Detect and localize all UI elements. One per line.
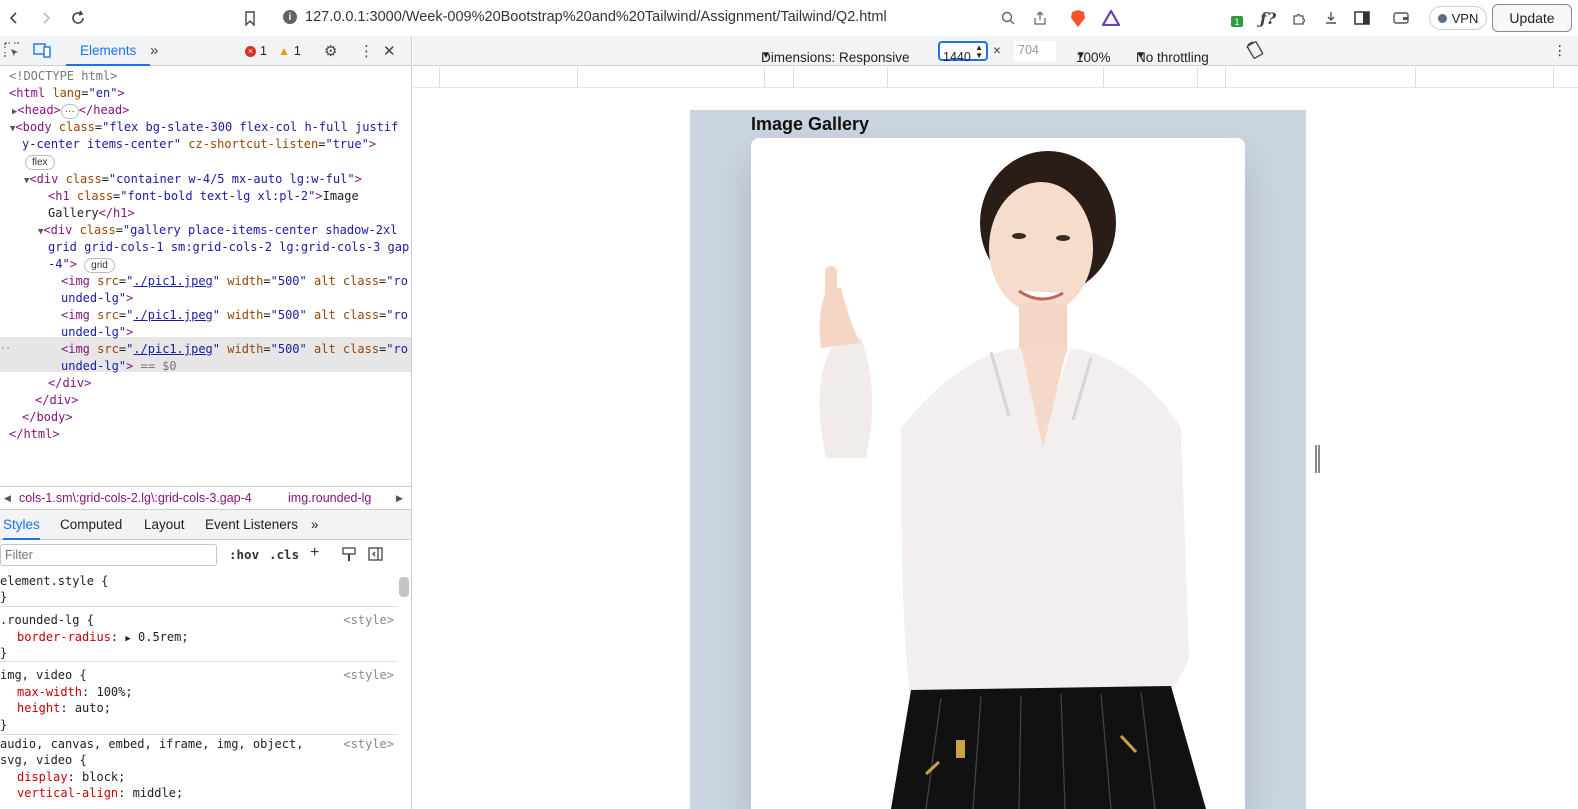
tab-event-listeners[interactable]: Event Listeners — [205, 517, 298, 532]
body-node-cont: y-center items-center" cz-shortcut-liste… — [22, 137, 377, 151]
device-toolbar: Dimensions: Responsive ▼ 1440 ▲ ▼ × 704 10… — [413, 36, 1578, 66]
gallery-image[interactable] — [751, 138, 1245, 809]
viewport-resize-handle[interactable] — [1315, 445, 1320, 473]
img-node-3-selected[interactable]: <img src="./pic1.jpeg" width="500" alt c… — [61, 341, 408, 358]
rotate-icon[interactable] — [1245, 40, 1265, 63]
more-style-tabs-icon[interactable]: » — [311, 517, 319, 532]
doctype-line[interactable]: <!DOCTYPE html> — [9, 68, 117, 85]
html-node[interactable]: <html lang="en"> — [9, 85, 125, 102]
styles-filter-bar: :hov .cls + — [0, 541, 398, 569]
h1-node[interactable]: <h1 class="font-bold text-lg xl:pl-2">Im… — [48, 188, 359, 205]
media-query-ruler[interactable] — [413, 67, 1578, 88]
tab-layout[interactable]: Layout — [144, 517, 185, 532]
wallet-icon[interactable] — [1391, 8, 1411, 28]
inspect-element-icon[interactable] — [4, 42, 20, 62]
flex-badge[interactable]: flex — [25, 153, 55, 170]
devtools-tabbar: Elements » × 1 ▲ 1 ⚙ ⋮ ✕ — [0, 36, 411, 66]
body-close[interactable]: </body> — [22, 409, 73, 426]
tab-computed[interactable]: Computed — [60, 517, 122, 532]
back-icon[interactable] — [4, 8, 24, 28]
crumb-left-arrow-icon[interactable]: ◀ — [4, 493, 11, 504]
more-tabs-icon[interactable]: » — [150, 42, 158, 59]
update-label: Update — [1509, 10, 1555, 26]
vpn-status-icon — [1437, 13, 1447, 23]
computed-sidebar-icon[interactable] — [368, 547, 383, 564]
address-bar[interactable]: i 127.0.0.1:3000/Week-009%20Bootstrap%20… — [283, 9, 887, 25]
brave-rewards-icon[interactable] — [1101, 8, 1121, 28]
error-icon: × — [245, 45, 256, 57]
warning-icon: ▲ — [278, 44, 290, 58]
more-options-icon[interactable]: ⋮ — [359, 42, 374, 60]
warning-count: 1 — [293, 44, 301, 58]
img-node-3-cont: unded-lg"> == $0 — [61, 359, 177, 373]
selected-marker: ·· — [0, 344, 11, 354]
download-icon[interactable] — [1321, 8, 1341, 28]
rule-img-video[interactable]: img, video { <style> max-width: 100%; he… — [0, 667, 398, 735]
img-node-1-cont: unded-lg"> — [61, 291, 134, 305]
dimension-separator: × — [993, 43, 1001, 58]
container-close[interactable]: </div> — [35, 392, 78, 409]
tab-styles[interactable]: Styles — [3, 517, 40, 540]
styles-filter-input[interactable] — [0, 544, 217, 566]
crumb-grid[interactable]: cols-1.sm\:grid-cols-2.lg\:grid-cols-3.g… — [19, 491, 252, 505]
brave-shield-icon[interactable] — [1068, 8, 1088, 28]
page-title: Image Gallery — [751, 114, 870, 134]
zoom-icon[interactable] — [998, 8, 1018, 28]
tab-elements[interactable]: Elements — [66, 36, 151, 66]
html-close[interactable]: </html> — [9, 426, 60, 443]
hov-toggle[interactable]: :hov — [229, 547, 259, 562]
img-node-1[interactable]: <img src="./pic1.jpeg" width="500" alt c… — [61, 273, 408, 290]
crumb-img[interactable]: img.rounded-lg — [288, 491, 371, 505]
device-toolbar-icon[interactable] — [33, 42, 51, 62]
warnings-counter[interactable]: ▲ 1 — [278, 44, 301, 58]
page-body: Image Gallery — [690, 110, 1306, 809]
sidebar-icon[interactable] — [1352, 8, 1372, 28]
breadcrumb: ◀ cols-1.sm\:grid-cols-2.lg\:grid-cols-3… — [0, 486, 411, 510]
puzzle-extensions-icon[interactable] — [1289, 8, 1309, 28]
forward-icon[interactable] — [36, 8, 56, 28]
function-extension-icon[interactable]: ƒ? — [1258, 8, 1278, 28]
site-info-icon[interactable]: i — [283, 10, 297, 24]
img-node-2[interactable]: <img src="./pic1.jpeg" width="500" alt c… — [61, 307, 408, 324]
styles-tabbar: Styles Computed Layout Event Listeners » — [0, 510, 411, 540]
styles-pane: element.style { } .rounded-lg { <style> … — [0, 569, 398, 809]
rule-rounded-lg[interactable]: .rounded-lg { <style> border-radius: ▶ 0… — [0, 612, 398, 662]
update-button[interactable]: Update — [1492, 4, 1572, 32]
devtools-panel: Elements » × 1 ▲ 1 ⚙ ⋮ ✕ <!DOCTYPE html>… — [0, 36, 412, 809]
vpn-button[interactable]: VPN — [1429, 6, 1487, 30]
share-icon[interactable] — [1030, 8, 1050, 28]
rule-element-style[interactable]: element.style { } — [0, 573, 398, 607]
vpn-label: VPN — [1451, 10, 1479, 26]
gallery-div-cont2: -4"> grid — [48, 256, 115, 273]
img-node-2-cont: unded-lg"> — [61, 325, 134, 339]
error-count: 1 — [260, 44, 267, 58]
gallery-div-cont: grid grid-cols-1 sm:grid-cols-2 lg:grid-… — [48, 240, 410, 254]
styles-scrollbar[interactable] — [399, 577, 409, 597]
rule-replaced-elements[interactable]: audio, canvas, embed, iframe, img, objec… — [0, 736, 398, 809]
rule-source-link[interactable]: <style> — [343, 736, 394, 753]
url-text: 127.0.0.1:3000/Week-009%20Bootstrap%20an… — [305, 9, 887, 25]
gallery-close[interactable]: </div> — [48, 375, 91, 392]
paint-brush-icon[interactable] — [342, 547, 356, 565]
device-options-icon[interactable]: ⋮ — [1553, 43, 1567, 59]
dom-tree: <!DOCTYPE html> <html lang="en"> ▶<head>… — [0, 67, 411, 489]
grid-badge[interactable]: grid — [84, 258, 115, 273]
height-input[interactable]: 704 — [1014, 41, 1056, 61]
new-rule-icon[interactable]: + — [310, 544, 319, 562]
browser-toolbar: i 127.0.0.1:3000/Week-009%20Bootstrap%20… — [0, 0, 1578, 36]
close-devtools-icon[interactable]: ✕ — [383, 42, 396, 60]
emulated-viewport: Image Gallery — [413, 88, 1578, 809]
errors-counter[interactable]: × 1 — [245, 44, 267, 58]
cls-toggle[interactable]: .cls — [269, 547, 299, 562]
width-input[interactable]: 1440 ▲ ▼ — [938, 41, 988, 64]
extension-badge-icon[interactable]: 1 — [1227, 8, 1247, 28]
rule-source-link[interactable]: <style> — [343, 667, 394, 684]
reload-icon[interactable] — [68, 8, 88, 28]
h1-node-cont: Gallery</h1> — [48, 206, 135, 220]
bookmark-icon[interactable] — [240, 8, 260, 28]
settings-gear-icon[interactable]: ⚙ — [324, 42, 337, 60]
woman-portrait-image — [751, 138, 1245, 809]
crumb-right-arrow-icon[interactable]: ▶ — [396, 493, 403, 504]
rule-source-link[interactable]: <style> — [343, 612, 394, 629]
